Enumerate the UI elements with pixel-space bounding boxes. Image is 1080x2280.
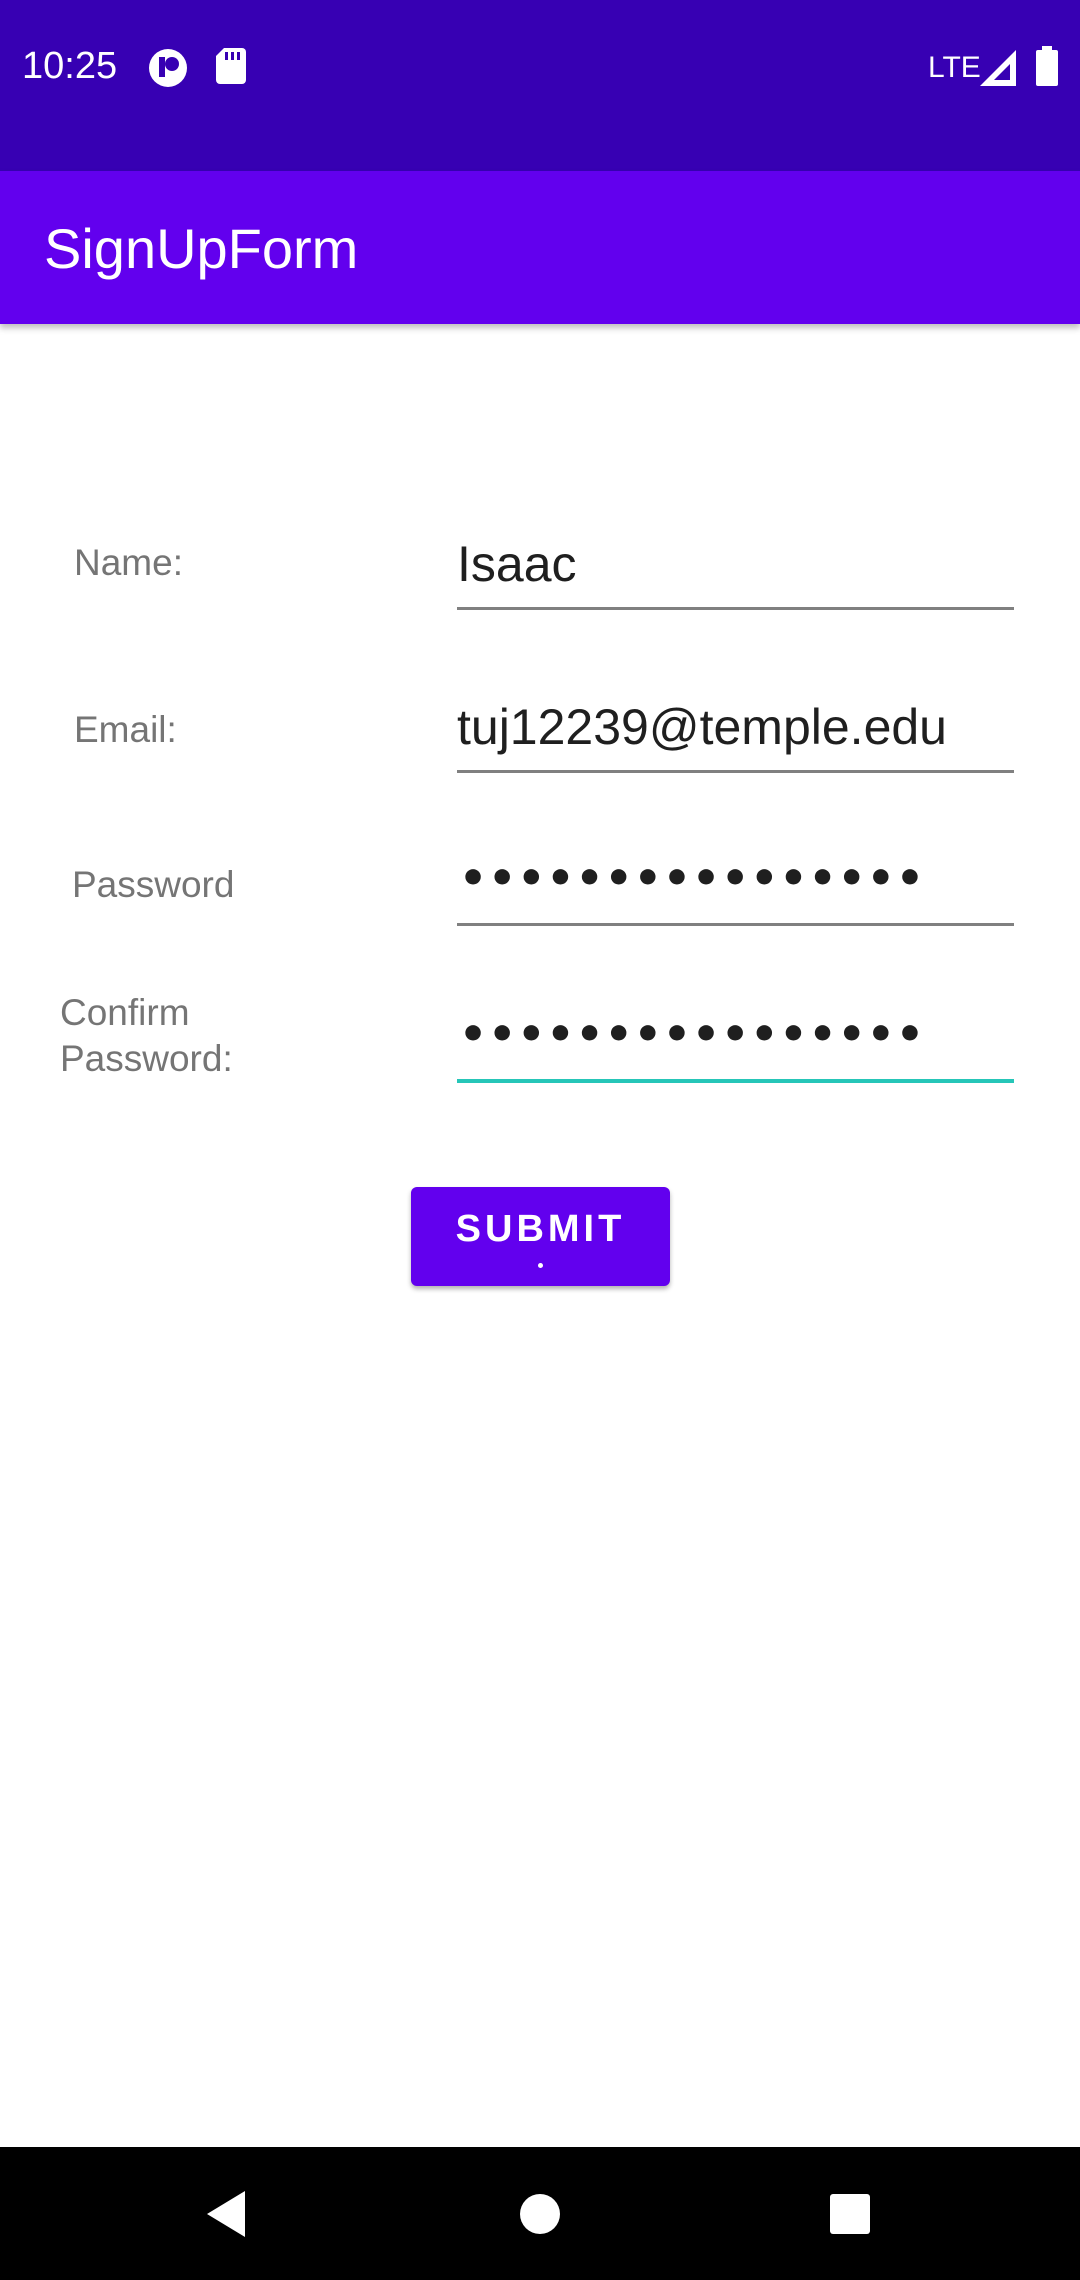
status-bar: 10:25 LTE (0, 0, 1080, 171)
name-field[interactable]: Isaac (457, 520, 1014, 610)
name-field-value: Isaac (457, 536, 577, 592)
back-icon[interactable] (183, 2171, 269, 2257)
navigation-bar (0, 2147, 1080, 2280)
password-label: Password (72, 864, 235, 905)
submit-button-label: SUBMIT (455, 1208, 626, 1250)
app-bar: SignUpForm (0, 171, 1080, 324)
confirm-password-label-line2: Password: (60, 1038, 233, 1079)
network-type: LTE (928, 51, 981, 84)
ripple-dot (538, 1263, 543, 1268)
confirm-password-field[interactable]: •••••••••••••••• (457, 992, 1014, 1083)
sd-card-icon (216, 48, 246, 89)
confirm-password-label-line1: Confirm (60, 992, 190, 1033)
status-time: 10:25 (22, 45, 118, 87)
email-field-value: tuj12239@temple.edu (457, 699, 947, 755)
password-field[interactable]: •••••••••••••••• (457, 836, 1014, 926)
email-field[interactable]: tuj12239@temple.edu (457, 683, 1014, 773)
signal-icon (980, 50, 1016, 91)
password-field-value: •••••••••••••••• (459, 853, 925, 904)
email-label: Email: (74, 709, 177, 750)
app-title: SignUpForm (44, 217, 359, 280)
recents-icon[interactable] (807, 2171, 893, 2257)
battery-icon (1036, 46, 1058, 91)
submit-button[interactable]: SUBMIT (411, 1187, 670, 1286)
name-label: Name: (74, 542, 183, 583)
home-icon[interactable] (497, 2171, 583, 2257)
screen: 10:25 LTE SignUpForm Name: Isaac Email: … (0, 0, 1080, 2280)
notification-app-icon (148, 48, 188, 93)
confirm-password-field-value: •••••••••••••••• (459, 1009, 925, 1060)
